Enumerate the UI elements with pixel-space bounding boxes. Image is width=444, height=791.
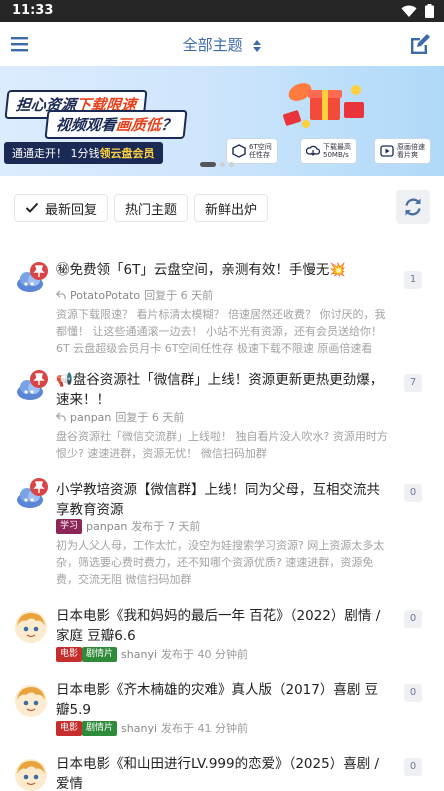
topic-time: 回复于 6 天前 [144, 289, 214, 302]
reply-arrow-icon [56, 412, 66, 421]
pin-icon [33, 481, 45, 493]
topic-time: 发布于 41 分钟前 [161, 722, 249, 735]
topic-excerpt: 资源下载限速？ 看片标清太模糊？ 倍速居然还收费？ 你讨厌的，我都懂！ 让这些通… [56, 308, 386, 355]
topic-title[interactable]: 📢盘谷资源社「微信群」上线！资源更新更热更劲爆，速来！！ [56, 370, 390, 410]
topic-meta: 电影 剧情片 shanyi 发布于 41 分钟前 [56, 720, 248, 736]
reply-count: 0 [404, 684, 422, 702]
topic-user[interactable]: panpan [70, 411, 111, 424]
reply-count: 0 [404, 758, 422, 776]
category-tag[interactable]: 电影 [56, 720, 83, 736]
pinned-badge [30, 370, 48, 388]
topic-title[interactable]: 日本电影《我和妈妈的最后一年 百花》（2022）剧情 / 家庭 豆瓣6.6 [56, 606, 390, 646]
topic-meta: 学习 panpan 发布于 7 天前 [56, 518, 200, 534]
compose-icon[interactable] [408, 32, 432, 56]
refresh-icon [405, 198, 421, 216]
filter-new-posts[interactable]: 新鲜出炉 [194, 194, 269, 222]
anime-avatar[interactable] [14, 758, 48, 791]
reply-count: 7 [404, 374, 422, 392]
pin-icon [33, 265, 45, 277]
filter-latest-reply[interactable]: 最新回复 [14, 194, 109, 222]
topic-time: 发布于 7 天前 [131, 520, 201, 533]
page-title: 全部主题 [182, 36, 243, 54]
genre-tag[interactable]: 剧情片 [82, 646, 118, 662]
reply-count: 0 [404, 484, 422, 502]
reply-arrow-icon [56, 290, 66, 299]
system-icons [401, 4, 434, 18]
battery-icon [425, 4, 434, 18]
topic-user[interactable]: panpan [86, 520, 127, 533]
topic-meta: 电影 剧情片 shanyi 发布于 40 分钟前 [56, 646, 248, 662]
check-icon [25, 202, 39, 213]
promo-banner[interactable]: 担心资源下载限速 视频观看画质低？ 通通走开！ 1分钱领云盘会员 6T空间 任性存… [0, 66, 444, 176]
refresh-button[interactable] [396, 190, 430, 224]
banner-feature-speed: 下载最高 50MB/s [300, 138, 357, 164]
topic-excerpt: 盘谷资源社「微信交流群」上线啦！ 独自看片没人吹水? 资源用时方恨少? 速速进群… [56, 430, 388, 460]
topic-meta: PotatoPotato 回复于 6 天前 [56, 287, 213, 303]
anime-avatar[interactable] [14, 684, 48, 718]
cloud-download-icon [306, 145, 320, 156]
banner-dot-active[interactable] [200, 162, 216, 167]
pinned-badge [30, 262, 48, 280]
wifi-icon [401, 5, 417, 17]
reply-count: 0 [404, 610, 422, 628]
pinned-badge [30, 478, 48, 496]
gift-box-illustration [283, 83, 364, 128]
topic-user[interactable]: shanyi [121, 722, 157, 735]
pin-icon [33, 373, 45, 385]
topic-title[interactable]: 日本电影《和山田进行LV.999的恋爱》（2025）喜剧 / 爱情 [56, 754, 390, 791]
topic-filter-dropdown[interactable]: 全部主题 [0, 34, 444, 55]
banner-dot[interactable] [220, 162, 225, 167]
topic-excerpt: 初为人父人母，工作太忙，没空为娃搜索学习资源? 网上资源太多太杂，筛选要心费时费… [56, 539, 385, 586]
status-bar: 11:33 [0, 0, 444, 22]
topic-title[interactable]: 小学教培资源【微信群】上线！同为父母，互相交流共享教育资源 [56, 480, 390, 520]
topic-user[interactable]: PotatoPotato [70, 289, 140, 302]
play-icon [380, 145, 394, 157]
banner-dot[interactable] [229, 162, 234, 167]
topic-meta: panpan 回复于 6 天前 [56, 409, 184, 425]
status-time: 11:33 [12, 3, 54, 18]
topic-time: 回复于 6 天前 [115, 411, 185, 424]
category-tag[interactable]: 电影 [56, 646, 83, 662]
banner-cta[interactable]: 通通走开！ 1分钱领云盘会员 [4, 142, 163, 164]
banner-feature-storage: 6T空间 任性存 [226, 138, 278, 164]
topic-title[interactable]: ㊙免费领「6T」云盘空间，亲测有效！手慢无💥 [56, 260, 390, 280]
anime-avatar[interactable] [14, 610, 48, 644]
topic-time: 发布于 40 分钟前 [161, 648, 249, 661]
tag-group: 电影 剧情片 [56, 646, 118, 662]
banner-pagination [200, 162, 234, 167]
sort-filter-bar: 最新回复 热门主题 新鲜出炉 [14, 194, 269, 222]
storage-icon [232, 144, 246, 158]
genre-tag[interactable]: 剧情片 [82, 720, 118, 736]
topic-user[interactable]: shanyi [121, 648, 157, 661]
category-tag[interactable]: 学习 [56, 518, 83, 534]
topic-title[interactable]: 日本电影《齐木楠雄的灾难》真人版（2017）喜剧 豆瓣5.9 [56, 680, 390, 720]
app-bar: 全部主题 [0, 22, 444, 66]
tag-group: 电影 剧情片 [56, 720, 118, 736]
sort-caret-icon [253, 39, 262, 52]
banner-feature-playback: 原画倍速 看片爽 [374, 138, 431, 164]
reply-count: 1 [404, 271, 422, 289]
filter-hot-topics[interactable]: 热门主题 [114, 194, 189, 222]
banner-headline-2: 视频观看画质低？ [44, 110, 188, 139]
